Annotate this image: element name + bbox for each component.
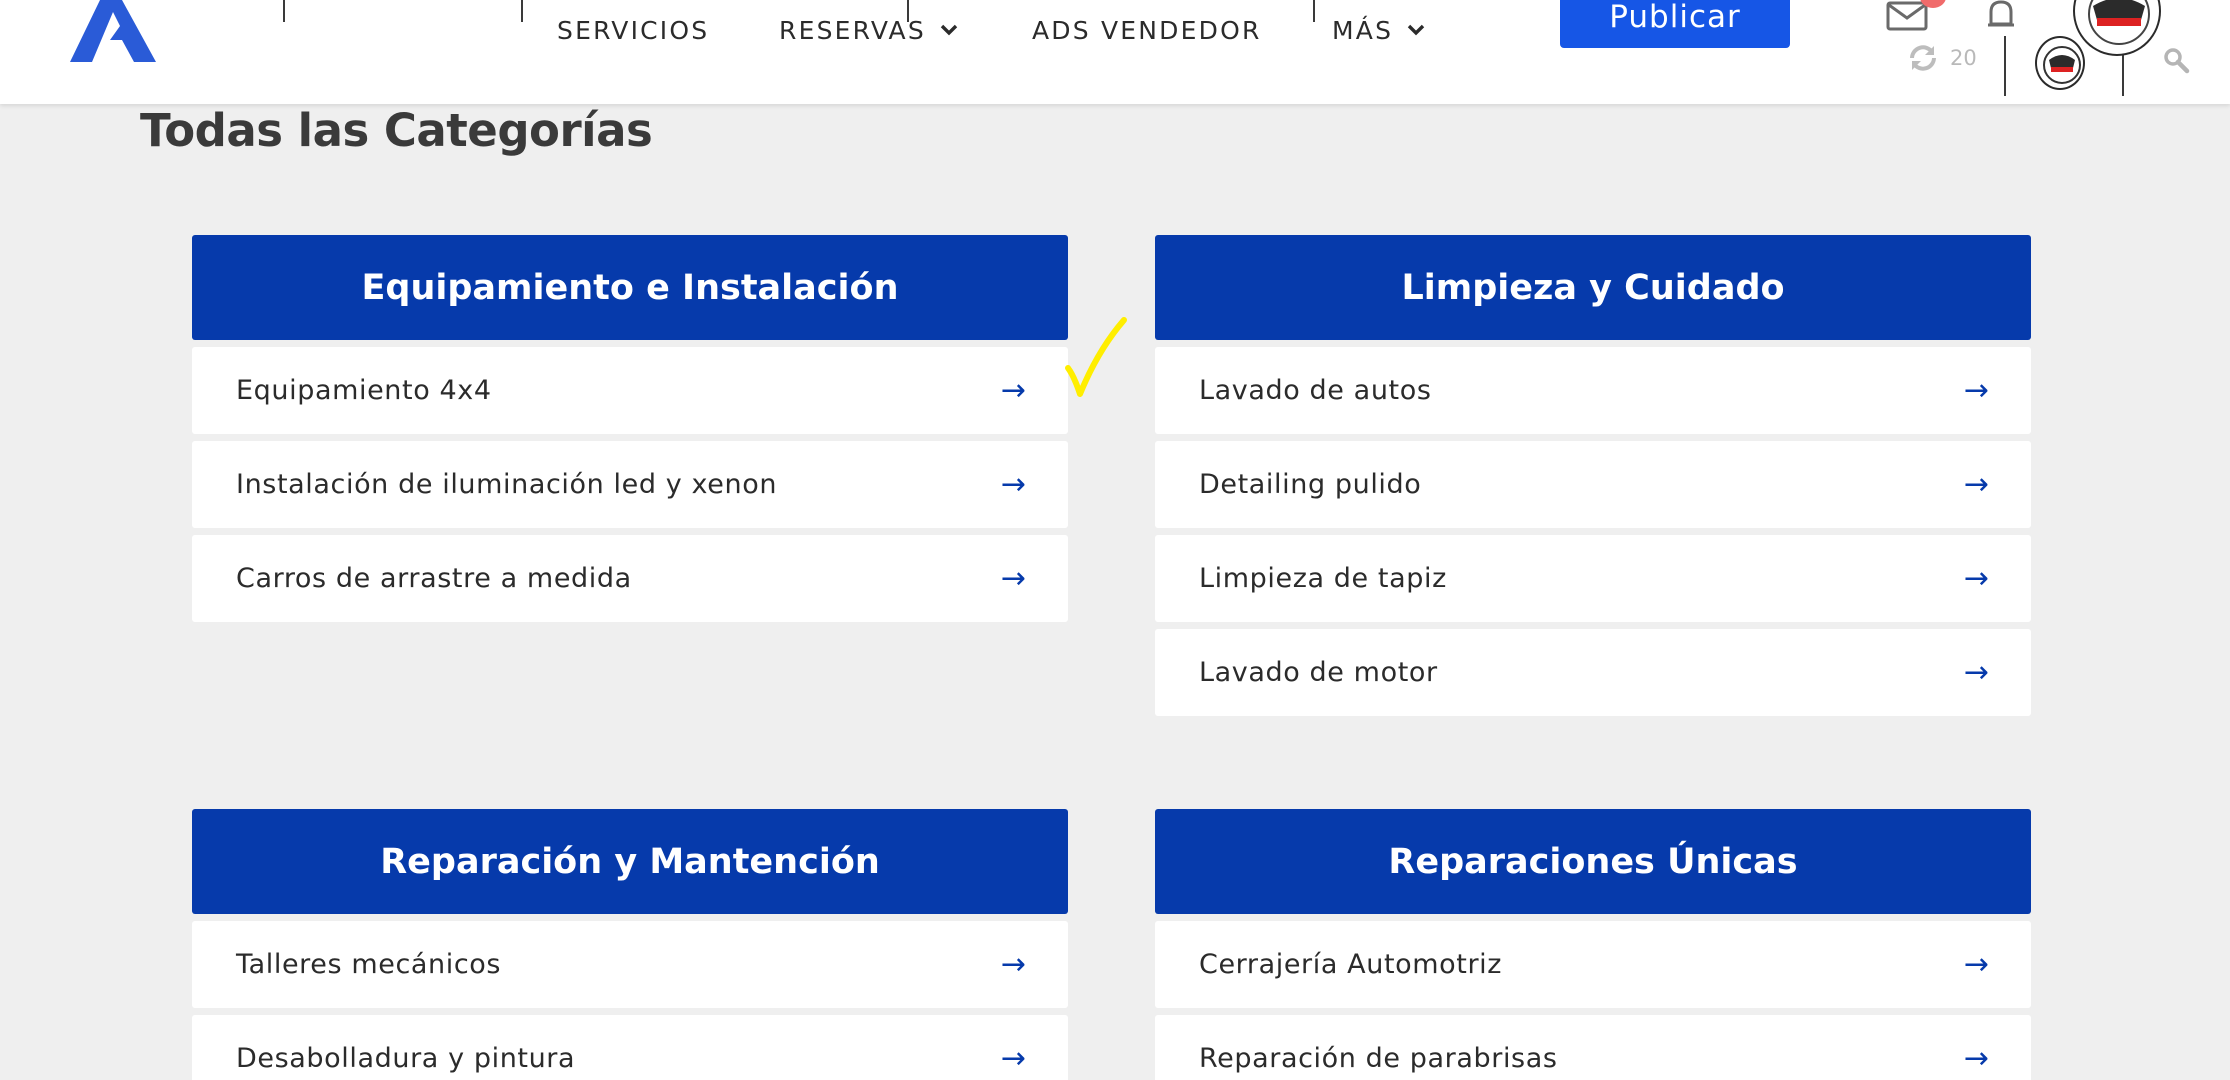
arrow-right-icon: → bbox=[1963, 946, 1989, 982]
category-item[interactable]: Lavado de motor → bbox=[1155, 629, 2031, 716]
header-divider bbox=[521, 0, 523, 22]
arrow-right-icon: → bbox=[1963, 654, 1989, 690]
nav-ads-vendedor[interactable]: ADS VENDEDOR bbox=[1032, 12, 1262, 48]
category-item[interactable]: Desabolladura y pintura → bbox=[192, 1015, 1068, 1080]
category-item-label: Detailing pulido bbox=[1199, 469, 1422, 500]
arrow-right-icon: → bbox=[1000, 372, 1026, 408]
header-divider bbox=[283, 0, 285, 22]
arrow-right-icon: → bbox=[1963, 372, 1989, 408]
arrow-right-icon: → bbox=[1000, 466, 1026, 502]
category-item[interactable]: Detailing pulido → bbox=[1155, 441, 2031, 528]
category-item[interactable]: Reparación de parabrisas → bbox=[1155, 1015, 2031, 1080]
category-item-label: Lavado de motor bbox=[1199, 657, 1438, 688]
category-header: Reparación y Mantención bbox=[192, 809, 1068, 914]
category-item[interactable]: Cerrajería Automotriz → bbox=[1155, 921, 2031, 1008]
bell-icon[interactable] bbox=[1986, 0, 2016, 32]
category-item[interactable]: Limpieza de tapiz → bbox=[1155, 535, 2031, 622]
publish-button[interactable]: Publicar bbox=[1560, 0, 1790, 48]
chevron-down-icon bbox=[940, 24, 958, 36]
arrow-right-icon: → bbox=[1000, 560, 1026, 596]
category-item-label: Limpieza de tapiz bbox=[1199, 563, 1447, 594]
nav-label: RESERVAS bbox=[779, 15, 926, 45]
category-item-label: Talleres mecánicos bbox=[236, 949, 502, 980]
category-card-limpieza: Limpieza y Cuidado Lavado de autos → Det… bbox=[1155, 235, 2031, 716]
header-divider bbox=[2004, 36, 2006, 96]
sync-counter[interactable]: 20 bbox=[1908, 44, 1977, 72]
category-item[interactable]: Lavado de autos → bbox=[1155, 347, 2031, 434]
avatar-image bbox=[2088, 0, 2150, 45]
category-item[interactable]: Equipamiento 4x4 → bbox=[192, 347, 1068, 434]
category-item[interactable]: Instalación de iluminación led y xenon → bbox=[192, 441, 1068, 528]
chevron-down-icon bbox=[1407, 24, 1425, 36]
nav-servicios[interactable]: SERVICIOS bbox=[557, 12, 709, 48]
category-header: Reparaciones Únicas bbox=[1155, 809, 2031, 914]
nav-label: SERVICIOS bbox=[557, 15, 710, 45]
arrow-right-icon: → bbox=[1000, 1040, 1026, 1076]
category-item-label: Cerrajería Automotriz bbox=[1199, 949, 1503, 980]
user-avatar-small[interactable] bbox=[2035, 36, 2085, 90]
search-icon[interactable] bbox=[2162, 46, 2190, 74]
nav-label: MÁS bbox=[1332, 15, 1394, 45]
category-item-label: Reparación de parabrisas bbox=[1199, 1043, 1558, 1074]
category-item[interactable]: Talleres mecánicos → bbox=[192, 921, 1068, 1008]
user-avatar-large[interactable] bbox=[2073, 0, 2161, 56]
arrow-right-icon: → bbox=[1963, 1040, 1989, 1076]
category-item-label: Instalación de iluminación led y xenon bbox=[236, 469, 778, 500]
arrow-right-icon: → bbox=[1963, 560, 1989, 596]
sync-count-value: 20 bbox=[1950, 46, 1977, 70]
page-title: Todas las Categorías bbox=[140, 104, 653, 157]
nav-reservas[interactable]: RESERVAS bbox=[779, 12, 958, 48]
site-logo[interactable] bbox=[70, 0, 156, 62]
category-item-label: Desabolladura y pintura bbox=[236, 1043, 576, 1074]
category-item[interactable]: Carros de arrastre a medida → bbox=[192, 535, 1068, 622]
category-card-equipamiento: Equipamiento e Instalación Equipamiento … bbox=[192, 235, 1068, 622]
header-divider bbox=[1313, 0, 1315, 22]
category-item-label: Equipamiento 4x4 bbox=[236, 375, 492, 406]
avatar-image bbox=[2043, 46, 2081, 84]
nav-label: ADS VENDEDOR bbox=[1032, 15, 1262, 45]
arrow-right-icon: → bbox=[1000, 946, 1026, 982]
refresh-icon bbox=[1910, 45, 1936, 71]
checkmark-annotation-icon bbox=[1065, 317, 1127, 397]
category-item-label: Carros de arrastre a medida bbox=[236, 563, 632, 594]
category-header: Equipamiento e Instalación bbox=[192, 235, 1068, 340]
top-header: SERVICIOS RESERVAS ADS VENDEDOR MÁS Publ… bbox=[0, 0, 2230, 104]
category-card-reparaciones-unicas: Reparaciones Únicas Cerrajería Automotri… bbox=[1155, 809, 2031, 1080]
arrow-right-icon: → bbox=[1963, 466, 1989, 502]
nav-mas[interactable]: MÁS bbox=[1332, 12, 1425, 48]
category-header: Limpieza y Cuidado bbox=[1155, 235, 2031, 340]
category-item-label: Lavado de autos bbox=[1199, 375, 1432, 406]
mail-icon[interactable] bbox=[1886, 0, 1928, 32]
category-card-reparacion: Reparación y Mantención Talleres mecánic… bbox=[192, 809, 1068, 1080]
